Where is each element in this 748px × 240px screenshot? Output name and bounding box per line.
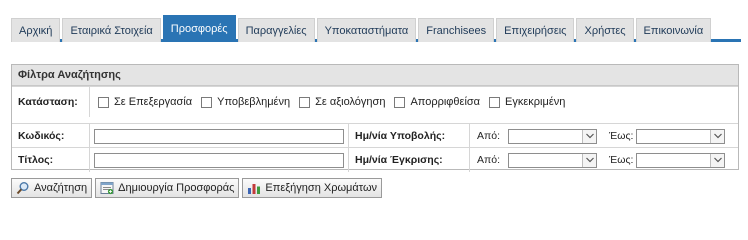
create-offer-button[interactable]: Δημιουργία Προσφοράς	[95, 178, 240, 198]
tab-contact[interactable]: Επικοινωνία	[635, 18, 712, 42]
create-offer-button-label: Δημιουργία Προσφοράς	[118, 182, 235, 194]
status-option-approved[interactable]: Εγκεκριμένη	[489, 96, 565, 108]
title-row: Τίτλος: Ημ/νία Έγκρισης: Από: Έως:	[12, 147, 738, 172]
approve-date-label: Ημ/νία Έγκρισης:	[355, 154, 443, 166]
submit-date-from-select[interactable]	[508, 128, 598, 144]
status-option-in-progress[interactable]: Σε Επεξεργασία	[98, 96, 192, 108]
status-option-rejected[interactable]: Απορριφθείσα	[394, 96, 480, 108]
title-label-cell: Τίτλος:	[12, 148, 90, 172]
status-option-label: Απορριφθείσα	[410, 96, 481, 108]
approve-date-to-label: Έως:	[609, 154, 634, 166]
chevron-down-icon	[710, 129, 725, 143]
color-legend-button-label: Επεξήγηση Χρωμάτων	[265, 182, 378, 194]
status-option-label: Υποβεβλημένη	[217, 96, 291, 108]
submit-date-range: Από: Έως:	[470, 128, 726, 144]
tab-users[interactable]: Χρήστες	[576, 18, 634, 42]
search-button[interactable]: Αναζήτηση	[11, 178, 93, 198]
action-buttons: Αναζήτηση Δημιουργία Προσφοράς Επεξήγηση…	[11, 178, 385, 198]
title-label: Τίτλος:	[18, 154, 54, 166]
approve-date-from-select[interactable]	[508, 152, 598, 168]
status-option-label: Σε Επεξεργασία	[114, 96, 193, 108]
tab-branches[interactable]: Υποκαταστήματα	[316, 18, 417, 42]
chevron-down-icon	[582, 153, 597, 167]
panel-title: Φίλτρα Αναζήτησης	[12, 65, 738, 86]
code-label-cell: Κωδικός:	[12, 124, 90, 148]
submit-date-label-cell: Ημ/νία Υποβολής:	[348, 124, 470, 148]
chevron-down-icon	[710, 153, 725, 167]
search-button-label: Αναζήτηση	[34, 182, 88, 194]
tab-businesses[interactable]: Επιχειρήσεις	[496, 18, 575, 42]
status-label-cell: Κατάσταση:	[12, 87, 90, 117]
bar-chart-icon	[247, 181, 261, 195]
status-option-submitted[interactable]: Υποβεβλημένη	[201, 96, 290, 108]
code-row: Κωδικός: Ημ/νία Υποβολής: Από: Έως:	[12, 123, 738, 148]
status-label: Κατάσταση:	[18, 96, 78, 108]
approve-date-label-cell: Ημ/νία Έγκρισης:	[348, 148, 470, 172]
title-input[interactable]	[94, 152, 344, 168]
search-filters-panel: Φίλτρα Αναζήτησης Κατάσταση: Σε Επεξεργα…	[11, 64, 739, 172]
magnifier-icon	[16, 181, 30, 195]
tab-home[interactable]: Αρχική	[11, 18, 61, 42]
status-option-label: Εγκεκριμένη	[505, 96, 566, 108]
chevron-down-icon	[582, 129, 597, 143]
new-document-icon	[100, 181, 114, 195]
submit-date-label: Ημ/νία Υποβολής:	[355, 130, 446, 142]
tab-company-info[interactable]: Εταιρικά Στοιχεία	[62, 18, 161, 42]
checkbox[interactable]	[299, 96, 311, 108]
approve-date-range: Από: Έως:	[470, 152, 726, 168]
status-option-label: Σε αξιολόγηση	[315, 96, 386, 108]
code-input[interactable]	[94, 128, 344, 144]
submit-date-to-label: Έως:	[609, 130, 634, 142]
checkbox[interactable]	[98, 96, 109, 108]
checkbox[interactable]	[394, 96, 406, 108]
checkbox[interactable]	[201, 96, 213, 108]
checkbox[interactable]	[489, 96, 501, 108]
color-legend-button[interactable]: Επεξήγηση Χρωμάτων	[242, 178, 383, 198]
tab-franchisees[interactable]: Franchisees	[418, 18, 495, 42]
tab-offers[interactable]: Προσφορές	[162, 15, 236, 42]
tab-orders[interactable]: Παραγγελίες	[237, 18, 315, 42]
approve-date-from-label: Από:	[477, 154, 501, 166]
main-tab-bar: Αρχική Εταιρικά Στοιχεία Προσφορές Παραγ…	[11, 15, 741, 42]
status-row: Κατάσταση: Σε Επεξεργασία Υποβεβλημένη Σ…	[12, 86, 738, 117]
submit-date-from-label: Από:	[477, 130, 501, 142]
submit-date-to-select[interactable]	[636, 128, 726, 144]
approve-date-to-select[interactable]	[636, 152, 726, 168]
status-option-under-review[interactable]: Σε αξιολόγηση	[299, 96, 385, 108]
code-label: Κωδικός:	[18, 130, 65, 142]
status-checkbox-group: Σε Επεξεργασία Υποβεβλημένη Σε αξιολόγησ…	[90, 96, 574, 108]
